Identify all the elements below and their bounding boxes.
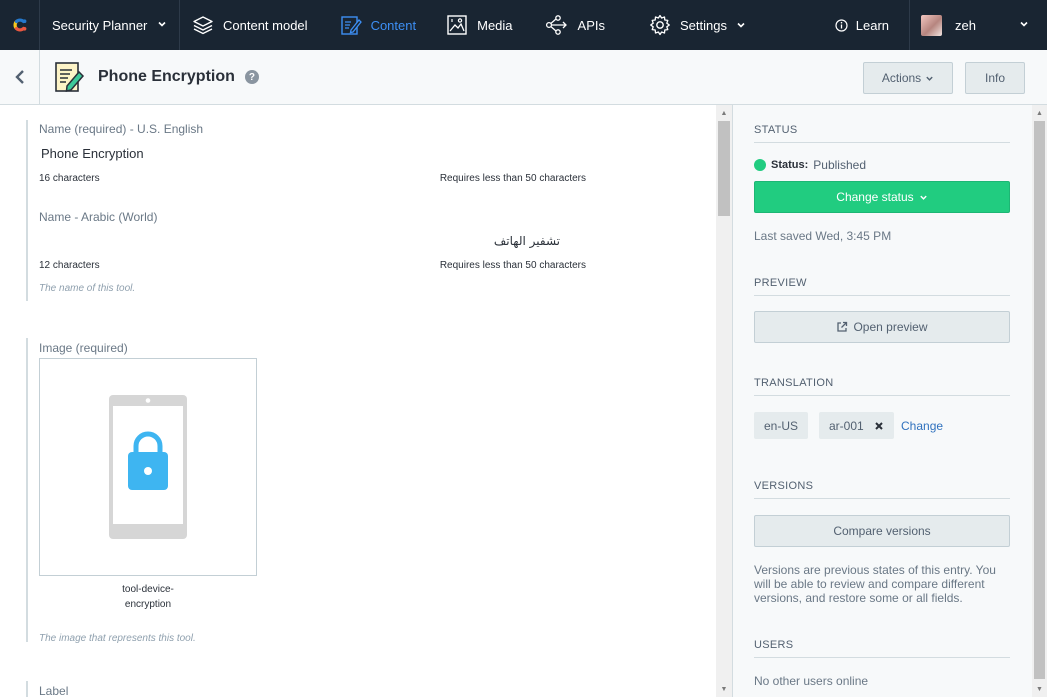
preview-section-title: PREVIEW	[754, 277, 1010, 296]
change-status-label: Change status	[836, 190, 914, 204]
space-selector[interactable]: Security Planner	[40, 0, 180, 50]
users-status-text: No other users online	[754, 674, 869, 688]
chevron-down-icon	[158, 21, 166, 27]
name-ar-count: 12 characters	[39, 260, 100, 271]
learn-label: Learn	[855, 17, 889, 33]
versions-description: Versions are previous states of this ent…	[754, 563, 996, 605]
locale-tag-ar-001[interactable]: ar-001	[819, 412, 894, 439]
users-section-title: USERS	[754, 639, 1010, 658]
layers-icon	[193, 16, 213, 35]
nav-apis-label: APIs	[577, 17, 605, 33]
compare-versions-button[interactable]: Compare versions	[754, 515, 1010, 547]
name-en-input[interactable]: Phone Encryption	[39, 146, 586, 161]
sidebar-scroll-down-arrow[interactable]: ▼	[1032, 683, 1047, 695]
info-circle-icon	[835, 18, 848, 32]
gear-icon	[650, 14, 670, 36]
nav-media-label: Media	[477, 17, 513, 33]
nav-media[interactable]: Media	[434, 0, 524, 50]
image-filename[interactable]: tool-device- encryption	[39, 582, 257, 612]
entry-sidebar: STATUS Status: Published Change status L…	[732, 105, 1032, 697]
entry-edit-icon	[55, 62, 85, 92]
nav-apis[interactable]: APIs	[533, 0, 617, 50]
name-en-count: 16 characters	[39, 173, 100, 184]
change-locale-link[interactable]: Change	[901, 419, 961, 433]
user-menu[interactable]: zeh	[909, 0, 1047, 50]
chevron-down-icon	[737, 22, 745, 28]
contentful-logo-icon[interactable]	[0, 0, 40, 50]
image-field-group: Image (required) tool-device- encryption…	[26, 338, 586, 644]
name-en-meta: 16 characters Requires less than 50 char…	[39, 173, 586, 184]
nav-content-label: Content	[370, 17, 417, 33]
nav-content[interactable]: Content	[328, 0, 429, 50]
image-filename-line1: tool-device-	[122, 584, 174, 595]
entry-editor: Name (required) - U.S. English Phone Enc…	[0, 105, 716, 697]
translation-section-title: TRANSLATION	[754, 377, 1010, 396]
editor-scrollbar[interactable]: ▲ ▼	[716, 105, 732, 697]
label-field-label: Label	[39, 684, 69, 697]
status-row: Status: Published	[754, 158, 866, 172]
info-button[interactable]: Info	[965, 62, 1025, 94]
name-field-group: Name (required) - U.S. English Phone Enc…	[26, 120, 586, 301]
space-name: Security Planner	[52, 17, 148, 33]
user-name: zeh	[955, 17, 976, 33]
name-en-label: Name (required) - U.S. English	[39, 122, 204, 136]
apis-icon	[545, 15, 567, 35]
right-nav: Learn zeh	[835, 0, 1047, 50]
image-icon	[447, 15, 467, 35]
chevron-down-icon	[926, 76, 933, 81]
sidebar-scroll-thumb[interactable]	[1034, 121, 1045, 679]
avatar	[921, 14, 942, 36]
name-en-limit: Requires less than 50 characters	[439, 173, 586, 184]
top-navigation: Security Planner Content model Content M…	[0, 0, 1047, 50]
locale-tag-en-us[interactable]: en-US	[754, 412, 809, 439]
image-filename-line2: encryption	[124, 599, 172, 610]
nav-settings-label: Settings	[680, 17, 727, 33]
scroll-down-arrow[interactable]: ▼	[716, 683, 732, 695]
nav-content-model[interactable]: Content model	[180, 0, 320, 50]
image-label: Image (required)	[39, 341, 128, 355]
info-label: Info	[984, 71, 1005, 85]
help-icon[interactable]: ?	[244, 70, 259, 84]
nav-settings[interactable]: Settings	[637, 0, 758, 50]
learn-link[interactable]: Learn	[835, 0, 909, 50]
back-button[interactable]	[0, 50, 40, 104]
last-saved-text: Last saved Wed, 3:45 PM	[754, 229, 892, 243]
status-dot-icon	[754, 159, 766, 171]
open-preview-button[interactable]: Open preview	[754, 311, 1010, 343]
device-lock-icon	[109, 395, 187, 539]
external-link-icon	[837, 321, 848, 332]
scroll-up-arrow[interactable]: ▲	[716, 107, 732, 119]
actions-button[interactable]: Actions	[863, 62, 953, 94]
locale-en-us-label: en-US	[764, 418, 799, 433]
name-help-text: The name of this tool.	[39, 283, 136, 294]
scroll-thumb[interactable]	[718, 121, 730, 216]
status-section-title: STATUS	[754, 124, 1010, 143]
status-label: Status:	[771, 159, 809, 171]
change-status-button[interactable]: Change status	[754, 181, 1010, 213]
chevron-down-icon	[1020, 21, 1028, 27]
sidebar-scrollbar[interactable]: ▲ ▼	[1032, 105, 1047, 697]
page-title: Phone Encryption	[98, 68, 235, 85]
name-ar-meta: 12 characters Requires less than 50 char…	[39, 260, 586, 271]
open-preview-label: Open preview	[853, 320, 928, 334]
label-field-group: Label	[26, 681, 586, 697]
sidebar-scroll-up-arrow[interactable]: ▲	[1032, 107, 1047, 119]
content-edit-icon	[340, 16, 362, 35]
name-ar-limit: Requires less than 50 characters	[439, 260, 586, 271]
image-help-text: The image that represents this tool.	[39, 633, 196, 644]
name-ar-label: Name - Arabic (World)	[39, 210, 158, 224]
entry-header: Phone Encryption ? Actions Info	[0, 50, 1047, 105]
close-icon[interactable]	[874, 421, 884, 431]
actions-label: Actions	[881, 71, 922, 85]
name-ar-input[interactable]: تشفير الهاتف	[39, 234, 586, 248]
image-thumbnail[interactable]	[39, 358, 257, 576]
compare-versions-label: Compare versions	[833, 524, 931, 538]
status-value: Published	[813, 158, 866, 172]
versions-section-title: VERSIONS	[754, 480, 1010, 499]
nav-content-model-label: Content model	[223, 17, 308, 33]
locale-ar-001-label: ar-001	[829, 418, 864, 433]
chevron-left-icon	[14, 70, 24, 84]
chevron-down-icon	[919, 195, 927, 200]
